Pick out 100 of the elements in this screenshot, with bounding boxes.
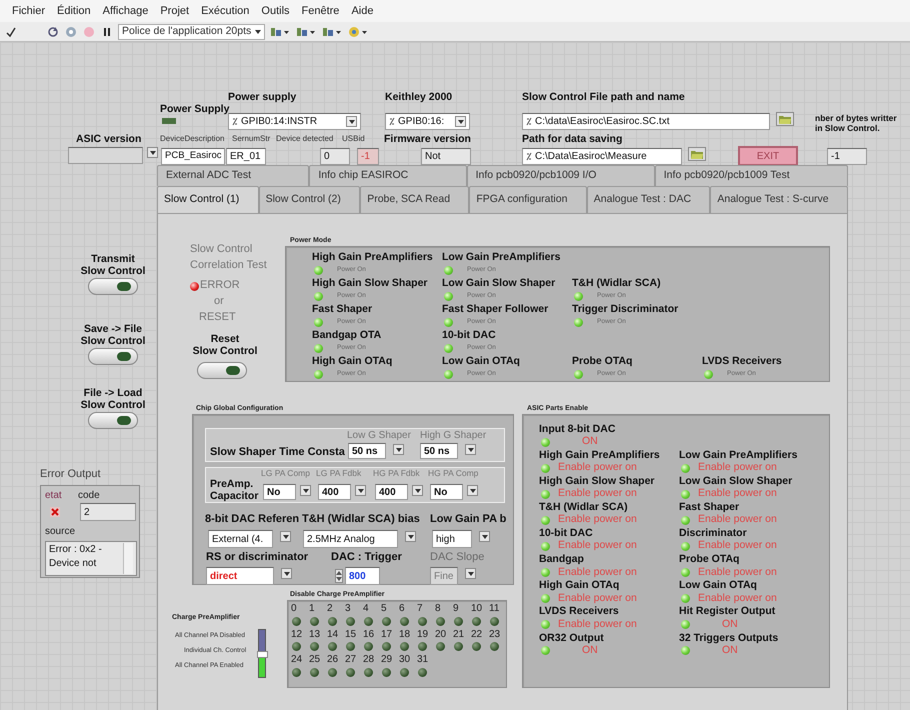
dropdown-arrow-button[interactable]: [479, 531, 490, 542]
dropdown-field[interactable]: high: [432, 530, 472, 548]
field-label: PreAmp. Capacitor: [210, 478, 258, 502]
font-dropdown[interactable]: Police de l'application 20pts: [118, 24, 266, 40]
part-label: Low Gain OTAq: [679, 579, 758, 592]
path-field[interactable]: C:\data\Easiroc\Easiroc.SC.txt: [522, 113, 770, 130]
numeric-field[interactable]: 800: [345, 567, 380, 585]
tab[interactable]: Analogue Test : DAC: [586, 186, 710, 212]
dropdown-field[interactable]: 50 ns: [420, 443, 458, 459]
text-field[interactable]: ER_01: [226, 148, 266, 165]
dropdown-arrow-button[interactable]: [280, 531, 291, 542]
menu-item[interactable]: Outils: [255, 2, 296, 20]
dropdown-field[interactable]: GPIB0:14:INSTR: [228, 113, 361, 130]
field-label: T&H (Widlar SCA) bias: [302, 513, 420, 526]
toggle-switch[interactable]: [88, 412, 138, 429]
caret-icon: [470, 488, 476, 492]
part-label: T&H (Widlar SCA): [572, 277, 662, 290]
dropdown-arrow-button[interactable]: [467, 485, 478, 496]
status-text: Enable power on: [698, 538, 777, 554]
slider-thumb[interactable]: [257, 650, 268, 658]
status-text: Enable power on: [698, 460, 777, 476]
dropdown-field[interactable]: 400: [318, 484, 351, 500]
tab[interactable]: Probe, SCA Read: [360, 186, 470, 212]
dropdown-field[interactable]: No: [430, 484, 463, 500]
channel-number: 16: [363, 628, 374, 640]
field-label: High G Shaper: [420, 430, 486, 441]
channel-number: 23: [489, 628, 500, 640]
channel-number: 5: [381, 603, 387, 614]
menu-item[interactable]: Exécution: [195, 2, 256, 20]
field-label: ASIC version: [76, 133, 142, 146]
path-icon: [232, 117, 238, 126]
cycle-arrows-icon[interactable]: [47, 26, 59, 38]
channel-number: 27: [345, 654, 356, 666]
tab[interactable]: Info pcb0920/pcb1009 I/O: [466, 165, 655, 186]
channel-number: 26: [327, 654, 338, 666]
menu-item[interactable]: Affichage: [96, 2, 154, 20]
dropdown-arrow-button[interactable]: [281, 568, 292, 579]
tab[interactable]: Info pcb0920/pcb1009 Test: [654, 165, 848, 186]
toggle-switch[interactable]: [88, 278, 138, 295]
channel-number: 0: [291, 603, 297, 614]
dropdown-field[interactable]: 50 ns: [348, 443, 386, 459]
increment-arrows[interactable]: [335, 569, 343, 583]
channel-number: 11: [489, 603, 500, 614]
text-field[interactable]: PCB_Easiroc: [161, 148, 225, 165]
dropdown-arrow-button[interactable]: [465, 568, 476, 579]
field-label: DAC : Trigger: [331, 551, 402, 564]
menu-item[interactable]: Fenêtre: [296, 2, 346, 20]
part-label: LVDS Receivers: [539, 605, 620, 618]
dropdown-arrow-button[interactable]: [300, 485, 311, 496]
menu-item[interactable]: Aide: [345, 2, 380, 20]
dropdown-field[interactable]: [68, 147, 143, 164]
menu-item[interactable]: Édition: [51, 2, 97, 20]
toggle-switch[interactable]: [197, 362, 247, 379]
tab[interactable]: Analogue Test : S-curve: [710, 186, 848, 212]
tab[interactable]: Slow Control (1): [157, 186, 259, 212]
browse-button[interactable]: [688, 147, 706, 161]
dropdown-field[interactable]: 400: [375, 484, 408, 500]
dropdown-arrow-button[interactable]: [412, 485, 423, 496]
dropdown-field[interactable]: External (4.: [208, 530, 273, 548]
dropdown-arrow-button[interactable]: [465, 444, 476, 455]
tab[interactable]: Info chip EASIROC: [309, 165, 467, 186]
status-text: Enable power on: [698, 512, 777, 528]
dropdown-arrow-button[interactable]: [147, 147, 158, 158]
field-label: LG PA Comp: [261, 469, 310, 478]
toggle-switch[interactable]: [88, 348, 138, 365]
path-field[interactable]: C:\Data\Easiroc\Measure: [522, 148, 682, 165]
channel-number: 8: [435, 603, 441, 614]
part-label: OR32 Output: [539, 632, 605, 644]
dropdown-arrow-button[interactable]: [393, 444, 404, 455]
field-label: Firmware version: [384, 133, 471, 146]
browse-button[interactable]: [776, 112, 794, 126]
dropdown-field[interactable]: direct: [206, 567, 274, 585]
text-indicator: Not: [421, 148, 471, 165]
status-text: Enable power on: [698, 564, 777, 580]
menu-item[interactable]: Fichier: [6, 2, 52, 20]
field-label: code: [78, 490, 100, 501]
dropdown-arrow-button[interactable]: [355, 485, 366, 496]
menu-item[interactable]: Projet: [154, 2, 196, 20]
align-icon[interactable]: [270, 26, 290, 38]
field-label: Path for data saving: [522, 133, 622, 146]
part-label: Bandgap OTA: [312, 329, 382, 342]
channel-number: 19: [417, 628, 428, 640]
channel-number: 22: [471, 628, 482, 640]
status-label: or: [214, 295, 224, 308]
tab[interactable]: External ADC Test: [157, 165, 310, 186]
caret-icon: [150, 150, 156, 154]
pause-icon[interactable]: [101, 26, 113, 38]
tab[interactable]: FPGA configuration: [469, 186, 587, 212]
dropdown-arrow-button[interactable]: [405, 531, 416, 542]
caret-icon: [468, 572, 474, 576]
tab[interactable]: Slow Control (2): [258, 186, 360, 212]
dropdown-field[interactable]: 2.5MHz Analog: [303, 530, 398, 548]
status-text: ON: [722, 616, 738, 632]
dropdown-field[interactable]: No: [263, 484, 296, 500]
field-label: Power supply: [228, 91, 296, 104]
check-icon[interactable]: [5, 26, 17, 38]
dropdown-field[interactable]: GPIB0:16:: [385, 113, 470, 130]
caret-icon: [358, 488, 364, 492]
button-label: File -> Load Slow Control: [80, 387, 146, 412]
part-label: Probe OTAq: [679, 553, 740, 566]
